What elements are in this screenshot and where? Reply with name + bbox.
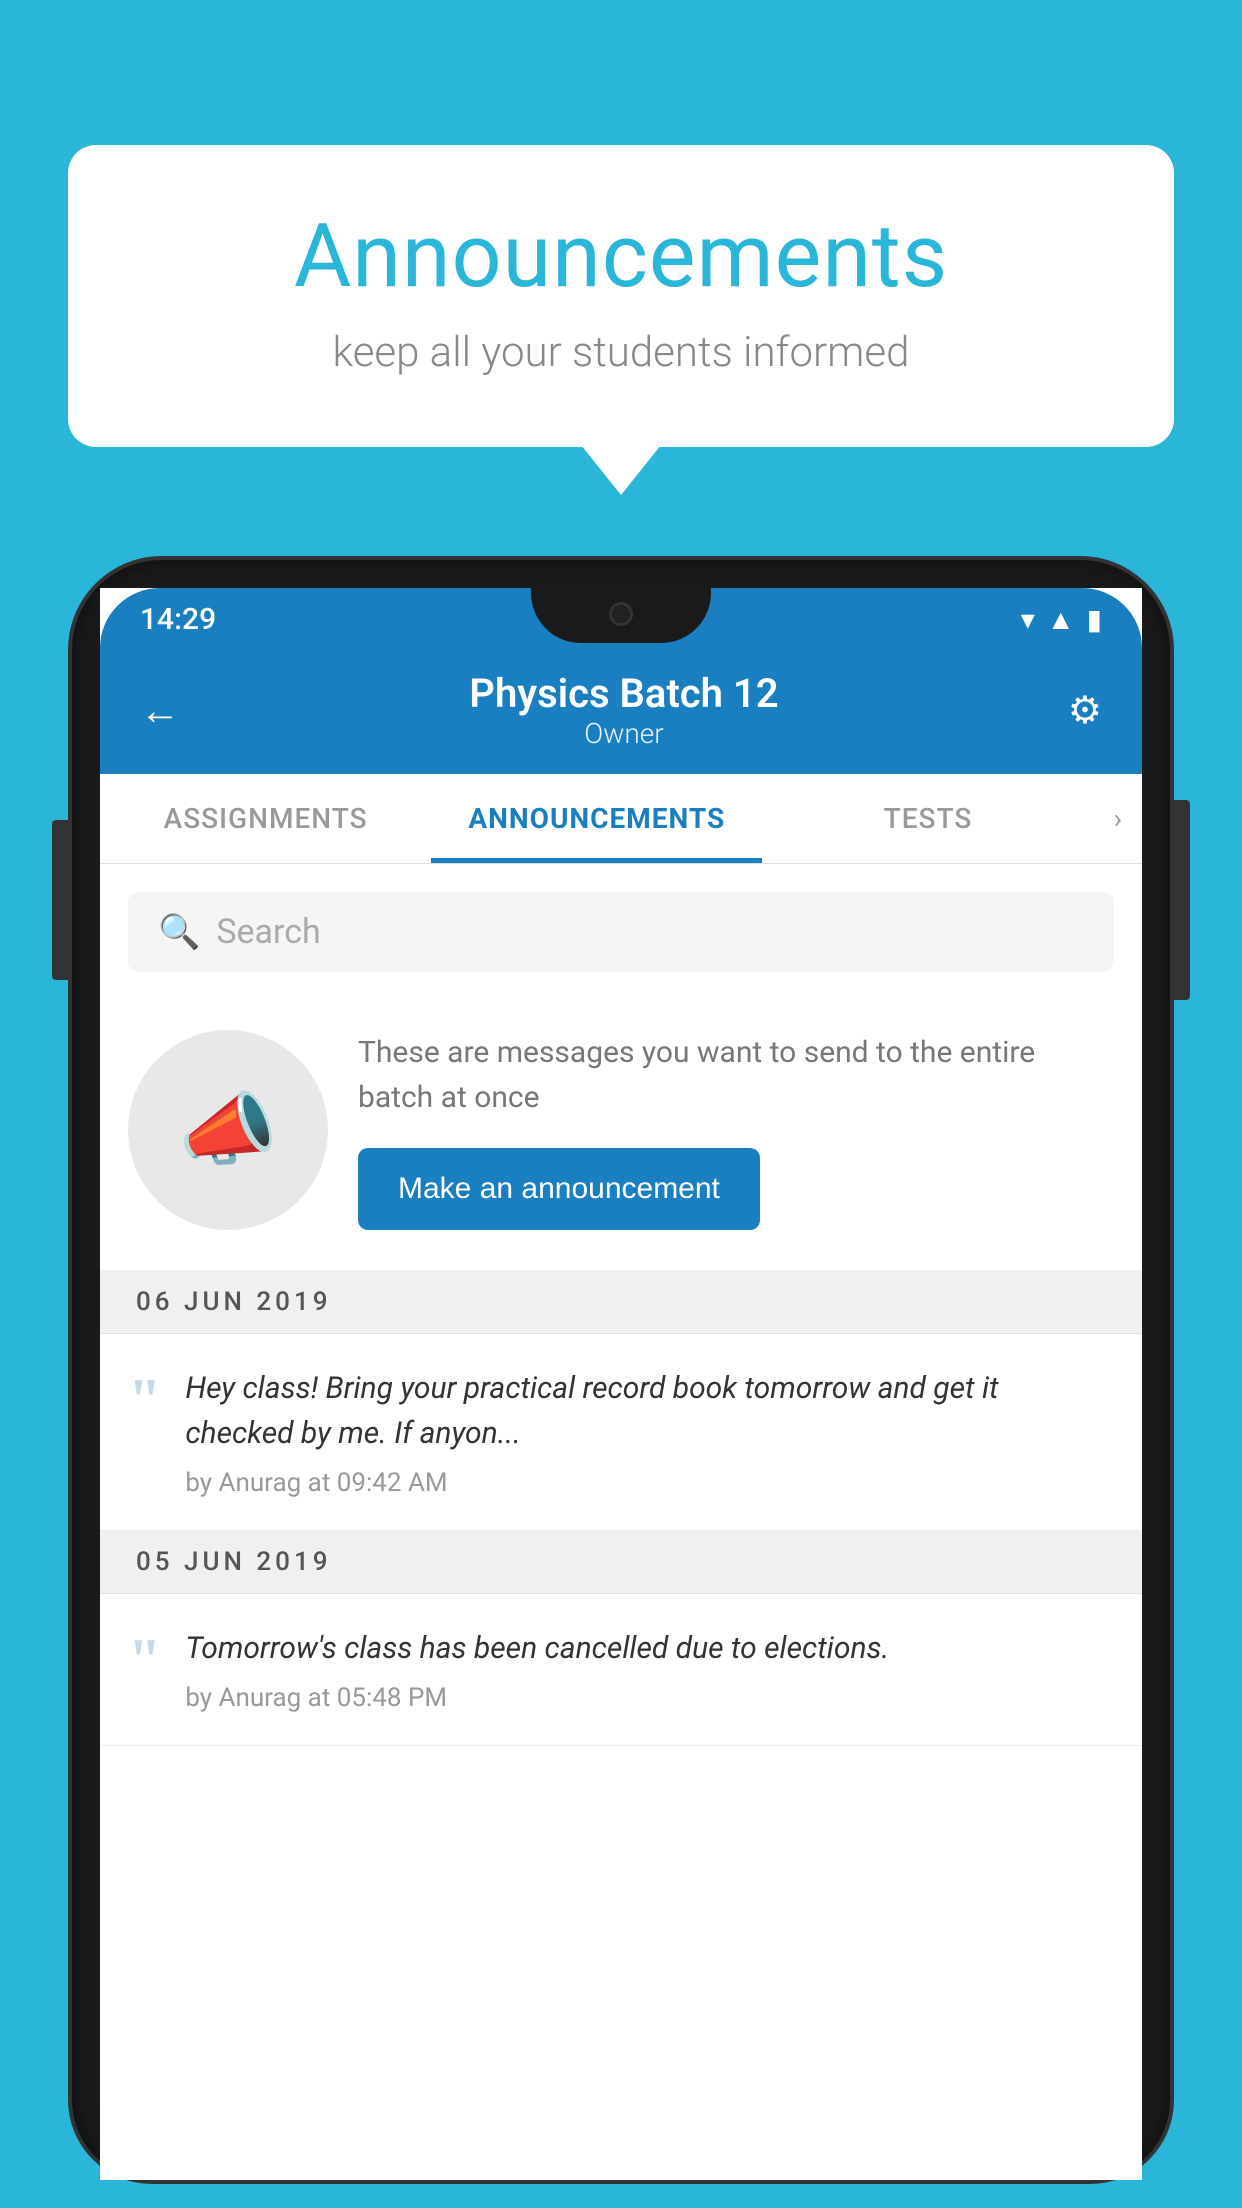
announcement-text-2: Tomorrow's class has been cancelled due … — [185, 1626, 1114, 1671]
wifi-icon: ▾ — [1021, 603, 1035, 636]
announcement-text-1: Hey class! Bring your practical record b… — [185, 1366, 1114, 1456]
announcement-item-1: " Hey class! Bring your practical record… — [100, 1334, 1142, 1531]
speech-bubble: Announcements keep all your students inf… — [68, 145, 1174, 447]
speech-bubble-container: Announcements keep all your students inf… — [68, 145, 1174, 447]
header-title-group: Physics Batch 12 Owner — [469, 670, 778, 750]
batch-title: Physics Batch 12 — [469, 670, 778, 717]
camera-dot — [609, 602, 633, 626]
announcements-title: Announcements — [148, 205, 1094, 308]
app-header: ← Physics Batch 12 Owner ⚙ — [100, 650, 1142, 774]
batch-role: Owner — [469, 717, 778, 750]
tab-announcements[interactable]: ANNOUNCEMENTS — [431, 774, 762, 863]
tab-tests[interactable]: TESTS — [762, 774, 1093, 863]
notch — [531, 588, 711, 643]
phone-outer: 14:29 ▾ ▲ ▮ ← Physics Batch 12 Owner ⚙ — [72, 560, 1170, 2180]
quote-icon-2: " — [128, 1630, 161, 1690]
announcement-content-1: Hey class! Bring your practical record b… — [185, 1366, 1114, 1498]
phone-container: 14:29 ▾ ▲ ▮ ← Physics Batch 12 Owner ⚙ — [72, 560, 1170, 2208]
empty-state-content: These are messages you want to send to t… — [358, 1030, 1114, 1230]
status-bar: 14:29 ▾ ▲ ▮ — [100, 588, 1142, 650]
settings-icon[interactable]: ⚙ — [1068, 688, 1102, 733]
date-separator-2: 05 JUN 2019 — [100, 1531, 1142, 1594]
tab-more[interactable]: › — [1094, 774, 1142, 863]
phone-screen: 14:29 ▾ ▲ ▮ ← Physics Batch 12 Owner ⚙ — [100, 588, 1142, 2180]
search-icon: 🔍 — [158, 912, 200, 952]
empty-state: 📣 These are messages you want to send to… — [100, 1000, 1142, 1271]
announcement-item-2: " Tomorrow's class has been cancelled du… — [100, 1594, 1142, 1746]
content-area: 🔍 Search 📣 These are messages you want t… — [100, 864, 1142, 1746]
quote-icon-1: " — [128, 1370, 161, 1430]
search-placeholder: Search — [216, 912, 320, 952]
status-icons: ▾ ▲ ▮ — [1021, 603, 1102, 636]
back-button[interactable]: ← — [140, 687, 180, 734]
tabs-container: ASSIGNMENTS ANNOUNCEMENTS TESTS › — [100, 774, 1142, 864]
announcement-meta-1: by Anurag at 09:42 AM — [185, 1468, 1114, 1498]
tab-assignments[interactable]: ASSIGNMENTS — [100, 774, 431, 863]
megaphone-icon: 📣 — [178, 1083, 278, 1177]
status-time: 14:29 — [140, 602, 216, 637]
make-announcement-button[interactable]: Make an announcement — [358, 1148, 760, 1230]
announcements-subtitle: keep all your students informed — [148, 328, 1094, 377]
date-separator-1: 06 JUN 2019 — [100, 1271, 1142, 1334]
announcement-content-2: Tomorrow's class has been cancelled due … — [185, 1626, 1114, 1713]
signal-icon: ▲ — [1047, 603, 1075, 636]
megaphone-circle: 📣 — [128, 1030, 328, 1230]
battery-icon: ▮ — [1087, 603, 1102, 636]
announcement-meta-2: by Anurag at 05:48 PM — [185, 1683, 1114, 1713]
empty-state-description: These are messages you want to send to t… — [358, 1030, 1114, 1120]
search-bar[interactable]: 🔍 Search — [128, 892, 1114, 972]
